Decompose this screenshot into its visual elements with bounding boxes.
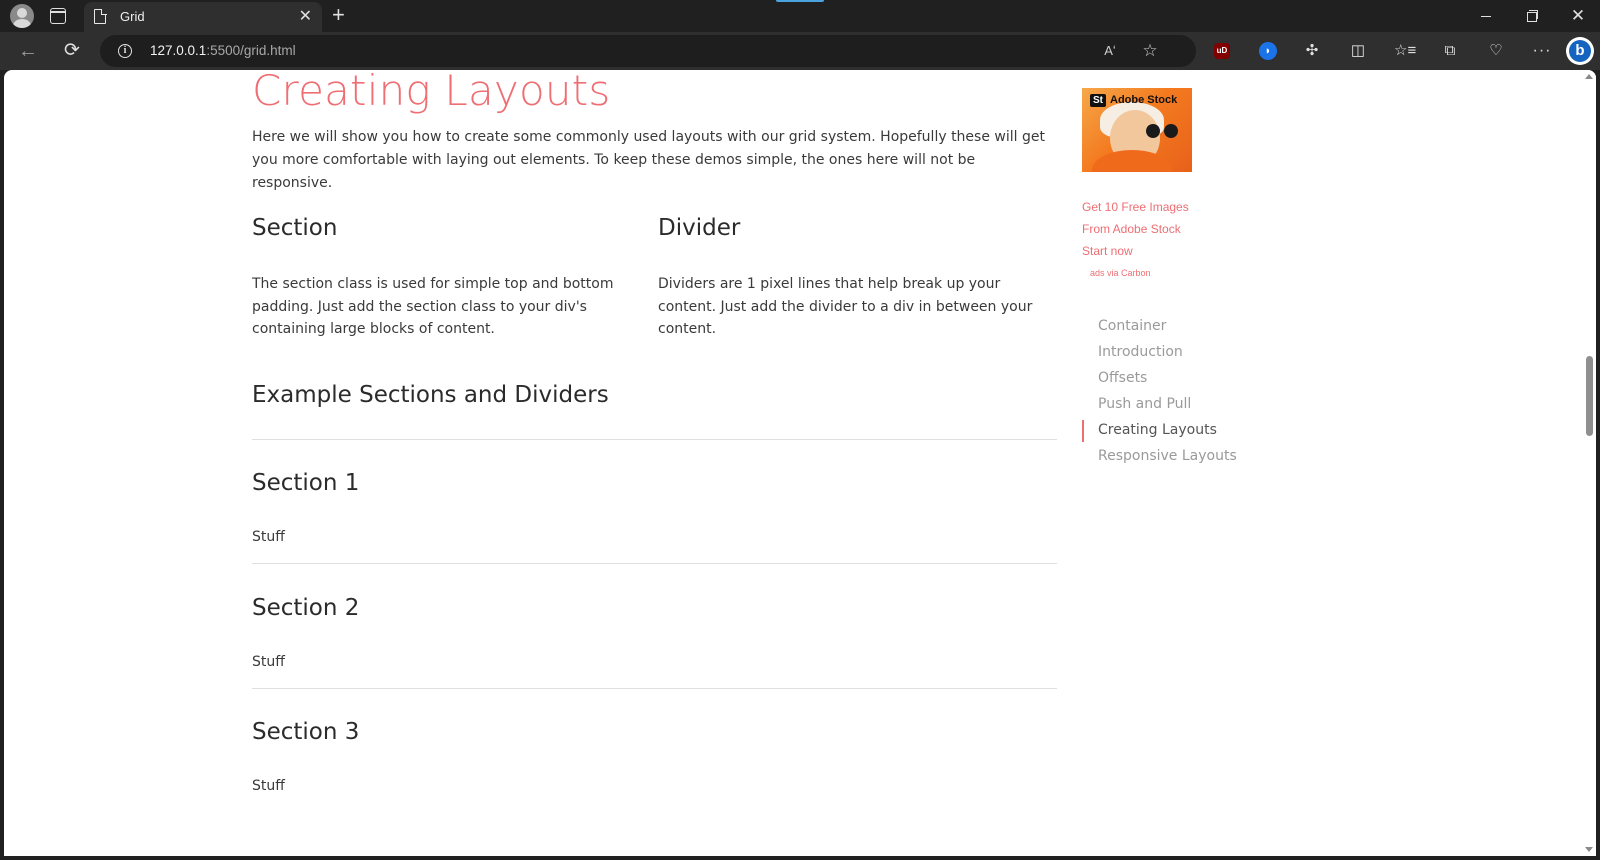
ad-text-line-1[interactable]: Get 10 Free Images [1082, 200, 1189, 214]
example-section-3-heading: Section 3 [252, 719, 360, 745]
bing-icon: b [1569, 40, 1591, 62]
ad-photo-body [1092, 150, 1172, 172]
ads-via-carbon-link[interactable]: ads via Carbon [1090, 268, 1151, 278]
ad-text-line-2[interactable]: From Adobe Stock [1082, 222, 1181, 236]
adobe-stock-logo-icon: St [1090, 94, 1106, 107]
blue-extension-icon[interactable]: ◗ [1259, 42, 1277, 60]
toc-item-responsive-layouts[interactable]: Responsive Layouts [1082, 448, 1262, 470]
browser-tab-grid[interactable]: Grid ✕ [84, 2, 322, 32]
scrollbar-thumb[interactable] [1586, 356, 1593, 436]
tab-actions-icon[interactable] [50, 8, 66, 24]
ad-photo-glasses [1164, 124, 1178, 138]
toc-item-push-and-pull[interactable]: Push and Pull [1082, 396, 1262, 418]
vertical-scrollbar[interactable] [1582, 70, 1596, 856]
favorites-list-icon[interactable]: ☆≡ [1394, 41, 1416, 61]
profile-avatar-icon[interactable] [10, 4, 34, 28]
divider-heading: Divider [658, 215, 741, 241]
favorite-star-icon[interactable]: ☆ [1140, 41, 1160, 61]
page-viewport: Creating Layouts Here we will show you h… [4, 70, 1596, 856]
close-tab-icon[interactable]: ✕ [299, 7, 312, 27]
ad-photo-glasses [1146, 124, 1160, 138]
read-aloud-icon[interactable]: Aʻ [1100, 41, 1120, 61]
scroll-down-arrow-icon[interactable] [1585, 847, 1593, 852]
divider-description: Dividers are 1 pixel lines that help bre… [658, 276, 1033, 337]
close-window-button[interactable]: ✕ [1568, 6, 1588, 26]
split-screen-icon[interactable]: ◫ [1348, 41, 1368, 61]
minimize-button[interactable] [1476, 6, 1496, 26]
intro-paragraph: Here we will show you how to create some… [252, 129, 1045, 191]
ad-text-line-3[interactable]: Start now [1082, 244, 1133, 258]
page-title: Creating Layouts [252, 70, 611, 115]
example-section-3-text: Stuff [252, 778, 285, 794]
divider-line [252, 563, 1057, 564]
extensions-puzzle-icon[interactable]: ✣ [1302, 41, 1322, 61]
section-heading: Section [252, 215, 338, 241]
toc-item-introduction[interactable]: Introduction [1082, 344, 1262, 366]
tab-bar: Grid ✕ + ✕ [0, 0, 1600, 32]
example-section-1-text: Stuff [252, 529, 285, 545]
toc-item-offsets[interactable]: Offsets [1082, 370, 1262, 392]
page-document-icon [94, 8, 107, 24]
url-host: 127.0.0.1 [150, 43, 207, 58]
restore-button[interactable] [1522, 6, 1542, 26]
ad-brand-name: Adobe Stock [1110, 94, 1178, 106]
adobe-stock-ad-image[interactable]: St Adobe Stock [1082, 88, 1192, 172]
new-tab-button[interactable]: + [332, 2, 345, 28]
bing-copilot-button[interactable]: b [1566, 37, 1594, 65]
ublock-extension-icon[interactable]: uD [1214, 43, 1230, 59]
more-menu-icon[interactable]: ··· [1532, 41, 1552, 61]
url-path: :5500/grid.html [206, 43, 296, 58]
divider-line [252, 688, 1057, 689]
example-section-1-heading: Section 1 [252, 470, 360, 496]
tab-title: Grid [120, 9, 145, 24]
address-bar[interactable]: i 127.0.0.1:5500/grid.html Aʻ ☆ [100, 35, 1196, 67]
toc-item-container[interactable]: Container [1082, 318, 1262, 340]
example-section-2-heading: Section 2 [252, 595, 360, 621]
ad-brand-label: St Adobe Stock [1090, 94, 1177, 107]
example-section-2-text: Stuff [252, 654, 285, 670]
example-heading: Example Sections and Dividers [252, 382, 609, 408]
scroll-up-arrow-icon[interactable] [1585, 74, 1593, 79]
collections-icon[interactable]: ⧉ [1440, 41, 1460, 61]
site-info-icon[interactable]: i [118, 44, 132, 58]
divider-line [252, 439, 1057, 440]
toc-item-creating-layouts[interactable]: Creating Layouts [1082, 420, 1262, 444]
refresh-icon[interactable]: ⟳ [60, 39, 84, 63]
url-text[interactable]: 127.0.0.1:5500/grid.html [150, 43, 296, 58]
section-description: The section class is used for simple top… [252, 276, 614, 337]
window-accent-bar [776, 0, 824, 2]
back-arrow-icon[interactable]: ← [16, 39, 40, 63]
browser-essentials-icon[interactable]: ♡ [1486, 41, 1506, 61]
browser-toolbar: ← ⟳ i 127.0.0.1:5500/grid.html Aʻ ☆ uD ◗… [0, 32, 1600, 70]
